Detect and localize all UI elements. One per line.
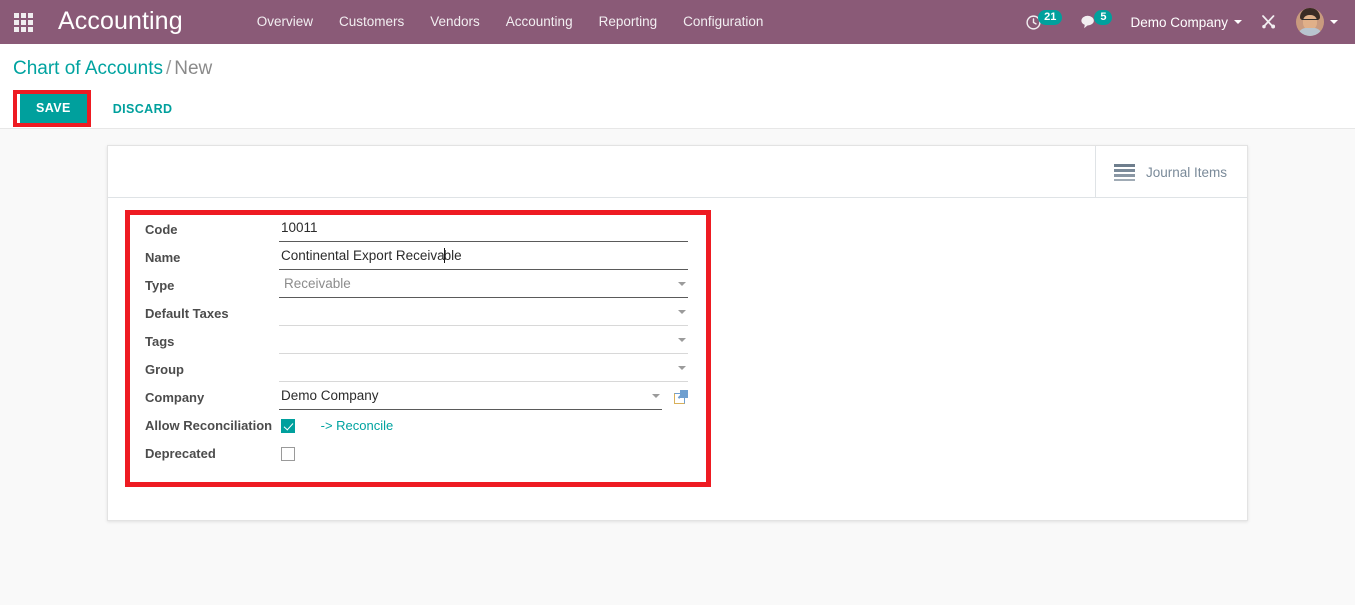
label-tags: Tags [145, 333, 175, 349]
account-fields-table: Code 10011 Name Continental Export Recei… [130, 215, 706, 467]
field-row-default-taxes: Default Taxes [130, 299, 706, 327]
journal-items-stat-button[interactable]: Journal Items [1094, 146, 1247, 198]
field-row-code: Code 10011 [130, 215, 706, 243]
label-type: Type [145, 277, 175, 293]
apps-grid-icon [13, 12, 33, 32]
code-input[interactable]: 10011 [279, 217, 688, 242]
reconcile-link[interactable]: -> Reconcile [321, 418, 394, 433]
messages-count-badge: 5 [1094, 9, 1113, 25]
group-select[interactable] [279, 357, 688, 382]
menu-item-vendors[interactable]: Vendors [417, 0, 493, 44]
menu-item-accounting[interactable]: Accounting [493, 0, 586, 44]
menu-item-overview[interactable]: Overview [244, 0, 326, 44]
menu-item-customers[interactable]: Customers [326, 0, 417, 44]
field-row-group: Group [130, 355, 706, 383]
chevron-down-icon [678, 337, 686, 342]
name-input[interactable]: Continental Export Receivable [279, 245, 688, 270]
label-code: Code [145, 221, 178, 237]
record-action-buttons: SAVE DISCARD [0, 90, 1355, 127]
label-deprecated: Deprecated [145, 445, 216, 461]
menu-item-reporting[interactable]: Reporting [586, 0, 671, 44]
user-menu-button[interactable] [1287, 0, 1347, 44]
field-row-allow-reconciliation: Allow Reconciliation -> Reconcile [130, 411, 706, 439]
breadcrumb-chart-of-accounts[interactable]: Chart of Accounts [13, 58, 163, 79]
default-taxes-select[interactable] [279, 301, 688, 326]
developer-tools-button[interactable] [1251, 0, 1287, 44]
chevron-down-icon [678, 281, 686, 286]
breadcrumb-separator: / [165, 58, 172, 79]
allow-reconciliation-checkbox[interactable] [281, 418, 295, 433]
top-navbar: Accounting Overview Customers Vendors Ac… [0, 0, 1355, 44]
field-row-tags: Tags [130, 327, 706, 355]
control-panel: Chart of Accounts / New SAVE DISCARD [0, 44, 1355, 129]
name-input-value-before: Continental Export Receiva [281, 247, 445, 263]
chevron-down-icon [652, 393, 660, 398]
wrench-screwdriver-icon [1262, 15, 1276, 29]
form-sheet: Journal Items Code 10011 Name Continenta… [107, 145, 1248, 521]
discard-button[interactable]: DISCARD [113, 102, 173, 116]
stat-button-box: Journal Items [108, 146, 1247, 198]
app-brand-title[interactable]: Accounting [46, 7, 189, 38]
external-link-icon[interactable] [674, 390, 688, 404]
company-switcher-label: Demo Company [1130, 14, 1228, 30]
label-company: Company [145, 389, 205, 405]
field-row-deprecated: Deprecated [130, 439, 706, 467]
form-view-area: Journal Items Code 10011 Name Continenta… [0, 129, 1355, 521]
save-button-highlight: SAVE [13, 90, 91, 127]
breadcrumb-current: New [174, 58, 213, 79]
label-allow-reconciliation: Allow Reconciliation [145, 417, 273, 433]
chevron-down-icon [678, 309, 686, 314]
journal-items-label: Journal Items [1145, 164, 1227, 180]
breadcrumb: Chart of Accounts / New [0, 57, 1355, 81]
chevron-down-icon [1234, 20, 1242, 24]
label-group: Group [145, 361, 184, 377]
list-bars-icon [1113, 163, 1135, 181]
name-input-value-after: ble [443, 247, 462, 263]
systray: 21 5 Demo Company [1016, 0, 1355, 44]
activity-count-badge: 21 [1038, 9, 1063, 25]
tags-select[interactable] [279, 329, 688, 354]
label-default-taxes: Default Taxes [145, 305, 229, 321]
avatar [1296, 8, 1324, 36]
field-row-type: Type Receivable [130, 271, 706, 299]
company-value: Demo Company [281, 387, 379, 403]
field-row-company: Company Demo Company [130, 383, 706, 411]
deprecated-checkbox[interactable] [281, 446, 295, 461]
code-input-value: 10011 [281, 219, 318, 235]
company-switcher[interactable]: Demo Company [1121, 0, 1251, 44]
label-name: Name [145, 249, 181, 265]
main-menu: Overview Customers Vendors Accounting Re… [244, 0, 777, 44]
apps-menu-button[interactable] [0, 0, 46, 44]
save-button[interactable]: SAVE [17, 94, 87, 123]
type-select-value: Receivable [284, 275, 351, 291]
messaging-menu-button[interactable]: 5 [1071, 0, 1121, 44]
field-row-name: Name Continental Export Receivable [130, 243, 706, 271]
type-select[interactable]: Receivable [279, 273, 688, 298]
company-select[interactable]: Demo Company [279, 385, 662, 410]
account-fields-highlight: Code 10011 Name Continental Export Recei… [125, 210, 711, 487]
chevron-down-icon [678, 365, 686, 370]
chevron-down-icon [1330, 20, 1338, 24]
activity-menu-button[interactable]: 21 [1016, 0, 1071, 44]
menu-item-configuration[interactable]: Configuration [670, 0, 776, 44]
